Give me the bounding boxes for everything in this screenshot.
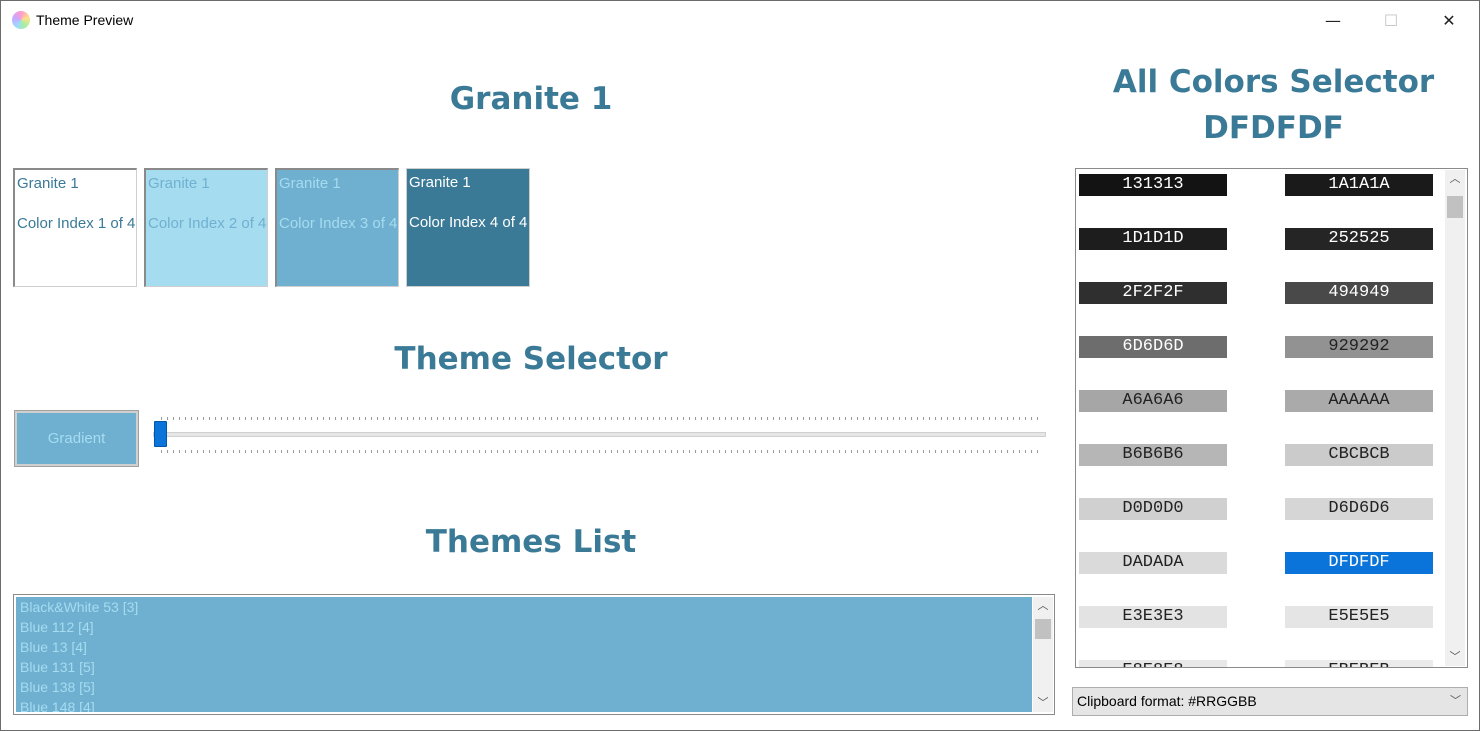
minimize-icon[interactable]: —	[1304, 1, 1362, 39]
theme-preview-window: Theme Preview — ☐ ✕ Granite 1 Granite 1 …	[0, 0, 1480, 731]
window-title: Theme Preview	[36, 12, 134, 28]
slider-thumb[interactable]	[154, 421, 167, 447]
maximize-icon[interactable]: ☐	[1362, 1, 1420, 39]
color-cell[interactable]: 131313	[1079, 174, 1227, 196]
color-swatch-2[interactable]: Granite 1 Color Index 2 of 4	[144, 168, 268, 287]
color-cell[interactable]: DADADA	[1079, 552, 1227, 574]
color-cell[interactable]: D0D0D0	[1079, 498, 1227, 520]
swatch-theme-label: Granite 1	[148, 175, 210, 192]
color-cell[interactable]: E8E8E8	[1079, 660, 1227, 667]
slider-ticks-top	[161, 417, 1041, 420]
color-cell[interactable]: 494949	[1285, 282, 1433, 304]
swatch-theme-label: Granite 1	[279, 175, 341, 192]
list-item[interactable]: Blue 131 [5]	[16, 657, 1032, 677]
gradient-button[interactable]: Gradient	[14, 410, 139, 467]
slider-track[interactable]	[153, 432, 1046, 437]
color-cell[interactable]: 252525	[1285, 228, 1433, 250]
all-colors-title: All Colors Selector	[1112, 64, 1435, 100]
swatch-index-label: Color Index 1 of 4	[17, 215, 136, 232]
theme-name-heading: Granite 1	[449, 81, 613, 117]
slider-ticks-bottom	[161, 450, 1041, 453]
clipboard-format-select[interactable]: Clipboard format: #RRGGBB ﹀	[1072, 687, 1468, 716]
theme-slider[interactable]	[153, 413, 1048, 457]
swatch-theme-label: Granite 1	[17, 175, 79, 192]
clipboard-format-value: Clipboard format: #RRGGBB	[1077, 693, 1257, 709]
swatch-theme-label: Granite 1	[409, 174, 471, 191]
title-bar: Theme Preview — ☐ ✕	[1, 1, 1479, 39]
list-item[interactable]: Blue 13 [4]	[16, 637, 1032, 657]
color-grid-scrollbar[interactable]: ︿ ﹀	[1445, 170, 1465, 666]
color-cell[interactable]: B6B6B6	[1079, 444, 1227, 466]
chevron-down-icon: ﹀	[1450, 695, 1461, 707]
chevron-up-icon[interactable]: ︿	[1033, 597, 1053, 615]
scrollbar-thumb[interactable]	[1447, 196, 1463, 218]
swatch-index-label: Color Index 4 of 4	[409, 214, 528, 231]
chevron-down-icon[interactable]: ﹀	[1445, 648, 1465, 666]
color-cell[interactable]: DFDFDF	[1285, 552, 1433, 574]
color-swatch-4[interactable]: Granite 1 Color Index 4 of 4	[406, 168, 530, 287]
close-icon[interactable]: ✕	[1420, 1, 1478, 39]
app-icon	[12, 11, 30, 29]
color-cell[interactable]: E3E3E3	[1079, 606, 1227, 628]
all-colors-heading: All Colors Selector DFDFDF	[1071, 59, 1476, 151]
list-item[interactable]: Blue 138 [5]	[16, 677, 1032, 697]
color-cell[interactable]: EBEBEB	[1285, 660, 1433, 667]
color-cell[interactable]: 1A1A1A	[1285, 174, 1433, 196]
color-cell[interactable]: 929292	[1285, 336, 1433, 358]
themes-list-items: Black&White 53 [3] Blue 112 [4] Blue 13 …	[16, 597, 1032, 712]
selected-color-hex: DFDFDF	[1203, 110, 1344, 146]
color-cell[interactable]: AAAAAA	[1285, 390, 1433, 412]
chevron-up-icon[interactable]: ︿	[1445, 170, 1465, 188]
themes-listbox[interactable]: Black&White 53 [3] Blue 112 [4] Blue 13 …	[13, 594, 1055, 715]
color-cell[interactable]: A6A6A6	[1079, 390, 1227, 412]
color-cell[interactable]: 6D6D6D	[1079, 336, 1227, 358]
color-cell[interactable]: 1D1D1D	[1079, 228, 1227, 250]
color-swatch-3[interactable]: Granite 1 Color Index 3 of 4	[275, 168, 399, 287]
chevron-down-icon[interactable]: ﹀	[1033, 694, 1053, 712]
color-cell[interactable]: CBCBCB	[1285, 444, 1433, 466]
swatch-index-label: Color Index 2 of 4	[148, 215, 267, 232]
list-item[interactable]: Blue 148 [4]	[16, 697, 1032, 712]
list-item[interactable]: Black&White 53 [3]	[16, 597, 1032, 617]
color-cell[interactable]: E5E5E5	[1285, 606, 1433, 628]
color-grid[interactable]: ︿ ﹀ 131313 1A1A1A 1D1D1D 252525 2F2F2F 494949…	[1075, 168, 1468, 668]
swatch-index-label: Color Index 3 of 4	[279, 215, 398, 232]
color-cell[interactable]: 2F2F2F	[1079, 282, 1227, 304]
list-item[interactable]: Blue 112 [4]	[16, 617, 1032, 637]
color-swatch-1[interactable]: Granite 1 Color Index 1 of 4	[13, 168, 137, 287]
scrollbar-thumb[interactable]	[1035, 619, 1051, 639]
theme-selector-heading: Theme Selector	[394, 341, 668, 377]
color-cell[interactable]: D6D6D6	[1285, 498, 1433, 520]
themes-list-scrollbar[interactable]: ︿ ﹀	[1033, 597, 1053, 712]
themes-list-heading: Themes List	[425, 524, 637, 560]
